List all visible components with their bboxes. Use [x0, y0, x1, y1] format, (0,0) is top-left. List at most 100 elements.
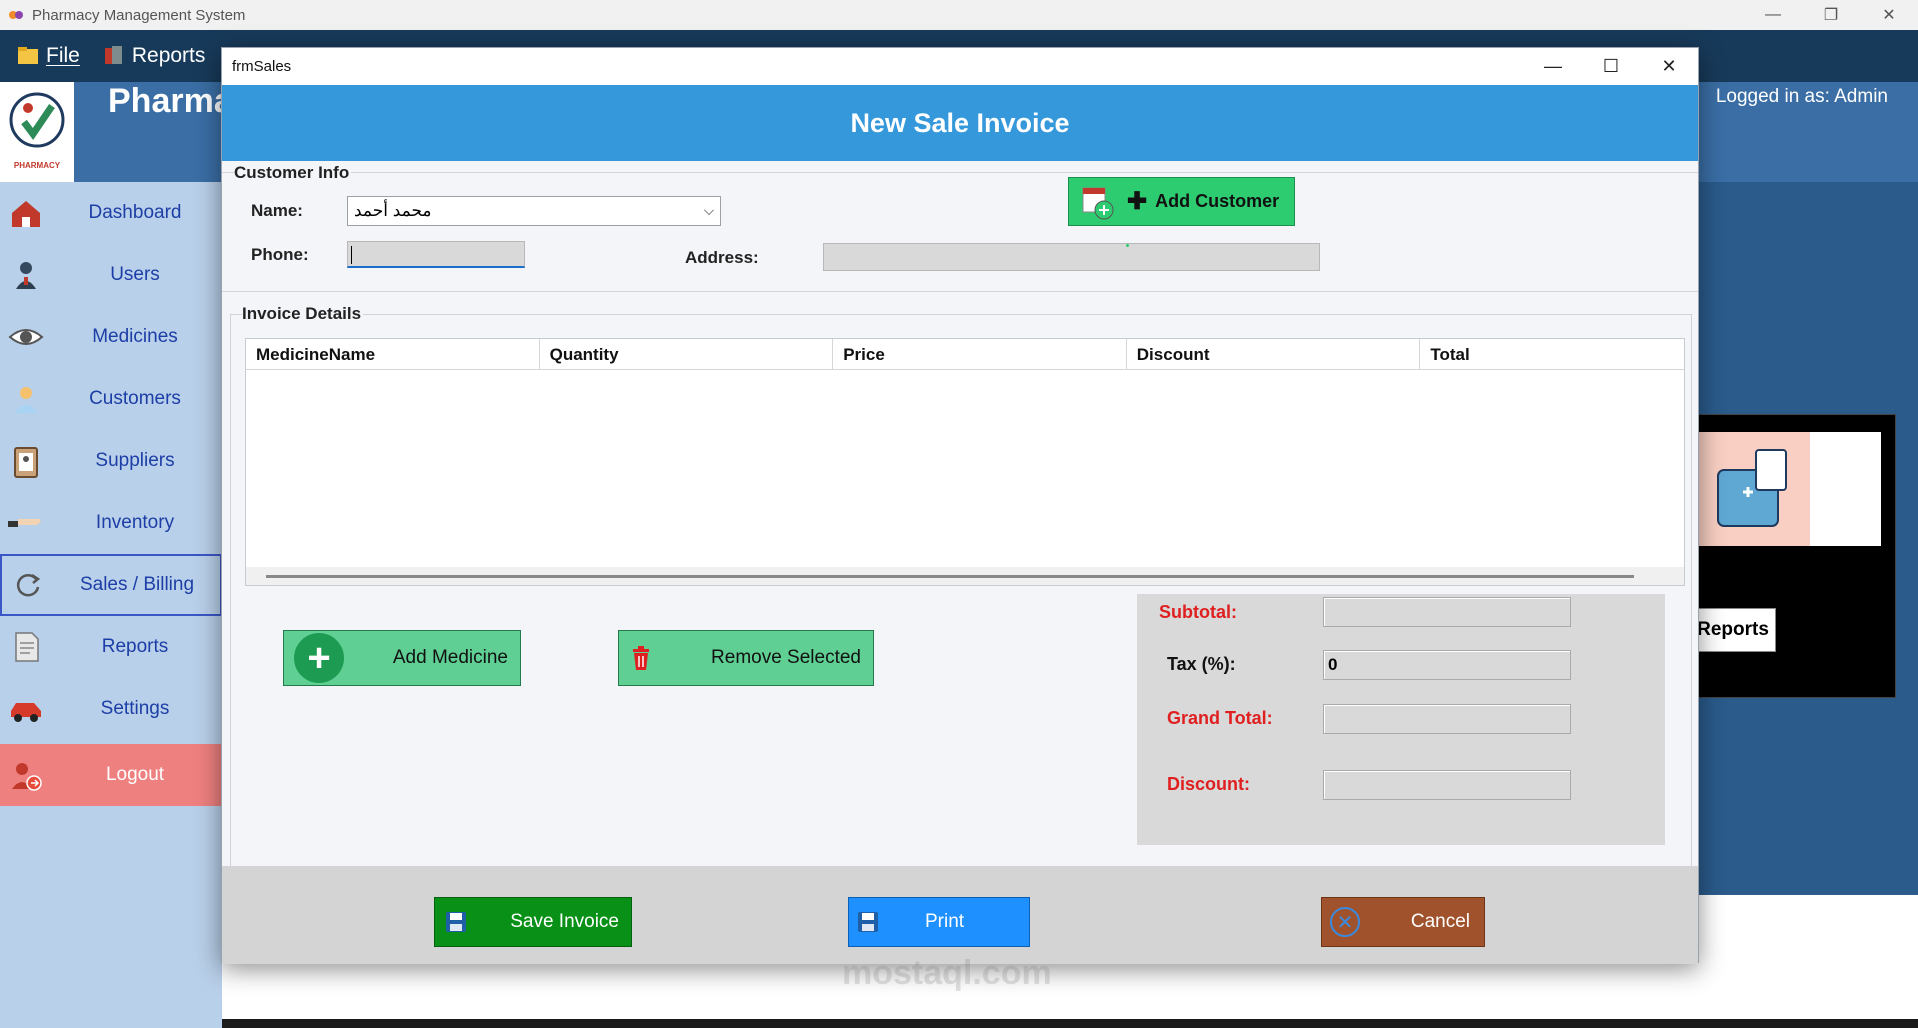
subtotal-label: Subtotal: — [1159, 602, 1237, 622]
menu-reports-label: Reports — [131, 44, 206, 67]
discount-label: Discount: — [1167, 774, 1250, 794]
window-controls: — ❐ ✕ — [1744, 0, 1918, 30]
add-customer-button[interactable]: ✚ Add Customer — [1068, 177, 1295, 226]
sidebar-item-label: Users — [110, 264, 160, 285]
app-logo-icon — [8, 7, 24, 23]
menu-file[interactable]: File — [16, 44, 80, 68]
name-label: Name: — [251, 201, 303, 220]
save-invoice-button[interactable]: Save Invoice — [434, 897, 632, 947]
customer-info-label: Customer Info — [234, 163, 352, 183]
print-button[interactable]: Print — [848, 897, 1030, 947]
sidebar-item-users[interactable]: Users — [0, 244, 222, 306]
logout-icon — [8, 757, 44, 793]
sidebar-item-label: Settings — [100, 698, 170, 719]
print-label: Print — [925, 911, 965, 932]
dialog-minimize-button[interactable]: — — [1524, 48, 1582, 85]
pharmacy-logo: PHARMACY — [0, 82, 74, 182]
text-caret — [351, 246, 352, 264]
sidebar: Dashboard Users Medicines Customers Supp… — [0, 182, 222, 1028]
dialog-window-controls: — ☐ ✕ — [1524, 48, 1698, 85]
dialog-close-button[interactable]: ✕ — [1640, 48, 1698, 85]
col-medicine-name[interactable]: MedicineName — [246, 339, 540, 369]
sidebar-item-label: Sales / Billing — [79, 574, 195, 595]
logo-text: PHARMACY — [14, 161, 61, 170]
app-title: Pharmacy Management System — [32, 6, 246, 24]
add-medicine-label: Add Medicine — [392, 647, 508, 668]
dialog-title: frmSales — [232, 58, 292, 75]
eye-icon — [8, 319, 44, 355]
dialog-maximize-button[interactable]: ☐ — [1582, 48, 1640, 85]
watermark: mostaql.com — [842, 954, 1052, 992]
tax-label: Tax (%): — [1167, 654, 1236, 674]
floppy-disk-icon — [445, 911, 467, 933]
plus-icon: ✚ — [1127, 188, 1148, 215]
save-invoice-label: Save Invoice — [510, 911, 619, 932]
customer-group-border — [222, 172, 1698, 173]
plus-circle-icon: + — [294, 633, 344, 683]
col-discount[interactable]: Discount — [1127, 339, 1421, 369]
cancel-button[interactable]: ✕ Cancel — [1321, 897, 1485, 947]
customer-name-combo[interactable]: محمد أحمد — [347, 196, 721, 226]
printer-icon — [857, 911, 879, 933]
invoice-details-label: Invoice Details — [242, 304, 364, 324]
sidebar-item-logout[interactable]: Logout — [0, 744, 222, 806]
sales-dialog: frmSales — ☐ ✕ New Sale Invoice Customer… — [221, 47, 1699, 992]
minimize-button[interactable]: — — [1744, 0, 1802, 30]
invoice-separator — [222, 291, 1698, 292]
sidebar-item-suppliers[interactable]: Suppliers — [0, 430, 222, 492]
sidebar-item-label: Suppliers — [95, 450, 175, 471]
folder-icon — [16, 44, 40, 68]
sidebar-item-settings[interactable]: Settings — [0, 678, 222, 740]
close-button[interactable]: ✕ — [1860, 0, 1918, 30]
footer-right — [1694, 895, 1918, 1019]
phone-label: Phone: — [251, 245, 309, 264]
dashboard-reports-button[interactable]: Reports — [1690, 608, 1776, 652]
sidebar-item-inventory[interactable]: Inventory — [0, 492, 222, 554]
clipboard-icon — [8, 443, 44, 479]
sidebar-item-label: Reports — [101, 636, 169, 657]
menu-file-label: File — [46, 44, 80, 67]
house-icon — [8, 195, 44, 231]
subtotal-field[interactable] — [1323, 597, 1571, 627]
invoice-grid[interactable]: MedicineName Quantity Price Discount Tot… — [245, 338, 1685, 586]
user-icon — [8, 257, 44, 293]
car-icon — [8, 691, 44, 727]
dialog-header: New Sale Invoice — [222, 85, 1698, 161]
sidebar-item-sales-billing[interactable]: Sales / Billing — [0, 554, 222, 616]
grand-total-label: Grand Total: — [1167, 708, 1273, 728]
add-medicine-button[interactable]: + Add Medicine — [283, 630, 521, 686]
remove-selected-label: Remove Selected — [711, 647, 861, 668]
report-icon — [102, 44, 126, 68]
chevron-down-icon — [704, 205, 714, 215]
sidebar-item-dashboard[interactable]: Dashboard — [0, 182, 222, 244]
document-icon — [8, 629, 44, 665]
sidebar-item-label: Dashboard — [88, 202, 182, 223]
address-field[interactable] — [823, 243, 1320, 271]
remove-selected-button[interactable]: Remove Selected — [618, 630, 874, 686]
sidebar-item-customers[interactable]: Customers — [0, 368, 222, 430]
sidebar-item-medicines[interactable]: Medicines — [0, 306, 222, 368]
totals-panel: Subtotal: Tax (%): 0 Grand Total: Discou… — [1137, 594, 1665, 845]
col-quantity[interactable]: Quantity — [540, 339, 834, 369]
grand-total-field[interactable] — [1323, 704, 1571, 734]
add-customer-label: Add Customer — [1155, 191, 1280, 211]
col-price[interactable]: Price — [833, 339, 1127, 369]
dialog-titlebar: frmSales — ☐ ✕ — [222, 48, 1698, 85]
sidebar-item-label: Customers — [89, 388, 181, 409]
grid-horizontal-scrollbar[interactable] — [246, 567, 1684, 585]
sidebar-item-label: Inventory — [95, 512, 175, 533]
grid-header: MedicineName Quantity Price Discount Tot… — [246, 339, 1684, 370]
sidebar-item-reports[interactable]: Reports — [0, 616, 222, 678]
restore-button[interactable]: ❐ — [1802, 0, 1860, 30]
tax-field[interactable]: 0 — [1323, 650, 1571, 680]
hand-icon — [8, 505, 44, 541]
col-total[interactable]: Total — [1420, 339, 1684, 369]
medical-image — [1698, 432, 1881, 546]
menu-reports[interactable]: Reports — [102, 44, 206, 68]
trash-icon — [631, 646, 651, 670]
brand-title: Pharma — [108, 82, 233, 120]
customer-name-value: محمد أحمد — [354, 201, 432, 220]
phone-field[interactable] — [347, 241, 525, 268]
sidebar-item-label: Logout — [105, 764, 165, 785]
discount-field[interactable] — [1323, 770, 1571, 800]
